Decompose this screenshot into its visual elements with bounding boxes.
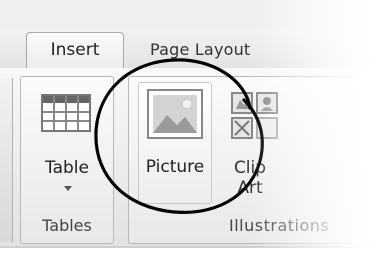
word-ribbon-screenshot: Insert Page Layout Table Tables Picture [0,0,381,257]
annotation-circle [94,58,264,214]
